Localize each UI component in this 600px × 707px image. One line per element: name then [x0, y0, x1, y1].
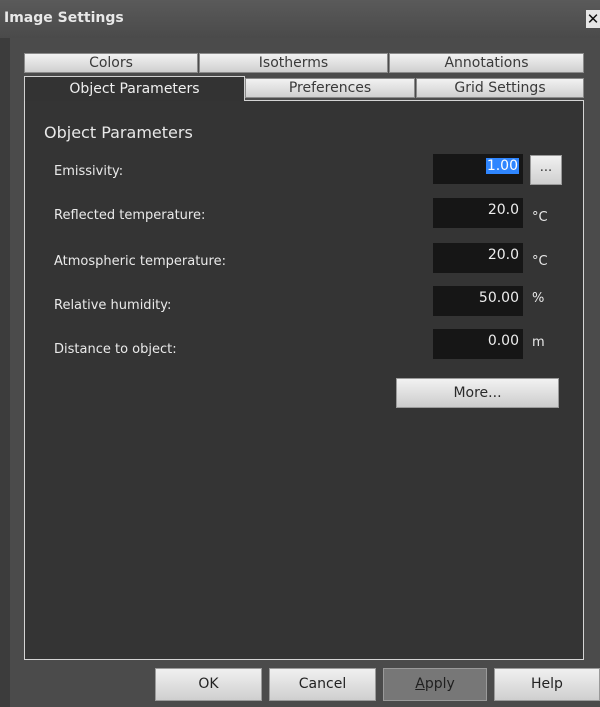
tab-isotherms[interactable]: Isotherms — [199, 53, 388, 73]
distance-to-object-label: Distance to object: — [54, 342, 177, 357]
window-title: Image Settings — [4, 10, 124, 26]
more-button[interactable]: More... — [396, 378, 559, 408]
emissivity-browse-button[interactable]: ... — [530, 155, 562, 185]
relative-humidity-label: Relative humidity: — [54, 298, 172, 313]
apply-accelerator: A — [415, 676, 425, 692]
atmospheric-temperature-label: Atmospheric temperature: — [54, 254, 226, 269]
atmospheric-temperature-field[interactable]: 20.0 — [433, 243, 523, 273]
reflected-temperature-field[interactable]: 20.0 — [433, 198, 523, 228]
apply-button[interactable]: Apply — [383, 668, 487, 701]
atmospheric-temperature-unit: °C — [532, 254, 548, 269]
tab-grid-settings[interactable]: Grid Settings — [416, 78, 584, 98]
emissivity-value: 1.00 — [485, 158, 519, 174]
title-bar: Image Settings ✕ — [0, 0, 600, 38]
tab-preferences[interactable]: Preferences — [245, 78, 415, 98]
reflected-temperature-unit: °C — [532, 210, 548, 225]
relative-humidity-unit: % — [532, 291, 545, 306]
relative-humidity-field[interactable]: 50.00 — [433, 286, 523, 316]
distance-to-object-field[interactable]: 0.00 — [433, 329, 523, 359]
emissivity-field[interactable]: 1.00 — [433, 154, 523, 184]
cancel-button[interactable]: Cancel — [269, 668, 376, 701]
section-title: Object Parameters — [44, 123, 193, 142]
emissivity-label: Emissivity: — [54, 164, 124, 179]
ok-button[interactable]: OK — [155, 668, 262, 701]
close-icon[interactable]: ✕ — [586, 10, 600, 28]
tab-annotations[interactable]: Annotations — [389, 53, 584, 73]
help-button[interactable]: Help — [494, 668, 600, 701]
reflected-temperature-label: Reflected temperature: — [54, 208, 206, 223]
apply-label: pply — [424, 676, 455, 692]
distance-to-object-unit: m — [532, 335, 545, 350]
tab-colors[interactable]: Colors — [24, 53, 198, 73]
tab-object-parameters[interactable]: Object Parameters — [24, 76, 245, 101]
